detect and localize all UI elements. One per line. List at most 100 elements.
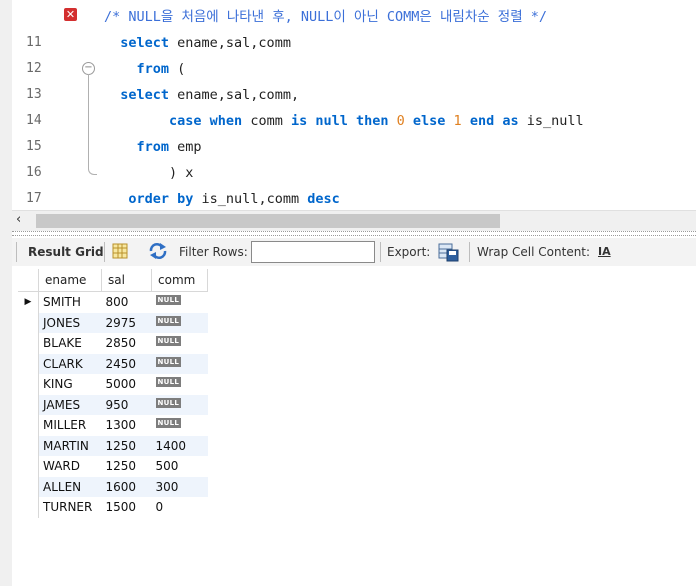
table-row[interactable]: JAMES 950 NULL — [18, 394, 208, 415]
table-row[interactable]: MILLER 1300 NULL — [18, 415, 208, 436]
table-row[interactable]: KING 5000 NULL — [18, 374, 208, 395]
code-token: ename,sal,comm, — [177, 87, 300, 103]
code-line-14[interactable]: 14 select ename,sal,comm, — [12, 82, 696, 128]
table-cell[interactable]: 800 — [102, 292, 152, 313]
refresh-icon[interactable] — [148, 242, 168, 260]
row-selector[interactable] — [18, 394, 39, 415]
table-cell[interactable]: 1250 — [102, 456, 152, 477]
error-marker-icon[interactable]: ✕ — [64, 8, 77, 21]
table-row[interactable]: CLARK 2450 NULL — [18, 353, 208, 374]
table-cell[interactable]: SMITH — [39, 292, 102, 313]
row-selector[interactable] — [18, 497, 39, 518]
code-token: emp — [177, 139, 202, 155]
code-line-17[interactable]: 17 ) x — [12, 160, 696, 206]
table-cell[interactable]: KING — [39, 374, 102, 395]
code-line-11[interactable]: 11 ✕ /* NULL을 처음에 나타낸 후, NULL이 아닌 COMM은 … — [12, 4, 696, 50]
table-cell[interactable]: NULL — [151, 394, 208, 415]
table-cell[interactable]: NULL — [151, 353, 208, 374]
row-selector[interactable] — [18, 435, 39, 456]
table-cell[interactable]: 1600 — [101, 476, 152, 497]
table-cell[interactable]: 1500 — [102, 497, 152, 518]
code-token: is null then — [290, 113, 397, 129]
table-cell[interactable]: 2975 — [101, 312, 152, 333]
row-selector[interactable] — [18, 333, 39, 354]
sql-editor[interactable]: 11 ✕ /* NULL을 처음에 나타낸 후, NULL이 아닌 COMM은 … — [12, 0, 696, 210]
table-cell[interactable]: 5000 — [102, 374, 152, 395]
toolbar-divider — [380, 242, 381, 262]
code-token: comm — [250, 113, 291, 129]
export-label: Export: — [387, 245, 431, 259]
code-token: else — [404, 113, 454, 129]
current-row-arrow-icon[interactable]: ▶ — [18, 291, 39, 313]
table-row[interactable]: JONES 2975 NULL — [18, 312, 208, 333]
scrollbar-thumb[interactable] — [36, 214, 500, 228]
result-grid-tab[interactable]: Result Grid — [28, 245, 104, 259]
grid-view-icon[interactable] — [112, 243, 128, 259]
table-cell[interactable]: 1250 — [101, 435, 152, 456]
toolbar-divider — [469, 242, 470, 262]
result-table: ename sal comm ▶ SMITH 800 NULL JONES 2975 NUL… — [18, 269, 208, 518]
table-row[interactable]: BLAKE 2850 NULL — [18, 333, 208, 354]
filter-rows-label: Filter Rows: — [179, 245, 248, 259]
code-text: from ( — [104, 56, 186, 82]
table-cell[interactable]: BLAKE — [39, 333, 102, 354]
filter-rows-input[interactable] — [251, 241, 375, 263]
code-token: is_null — [526, 113, 584, 129]
table-cell[interactable]: WARD — [39, 456, 102, 477]
code-line-15[interactable]: 15 case when comm is null then 0 else 1 … — [12, 108, 696, 154]
table-cell[interactable]: NULL — [152, 415, 208, 436]
table-cell[interactable]: 950 — [101, 394, 152, 415]
code-line-12[interactable]: 12 select ename,sal,comm — [12, 30, 696, 76]
row-selector[interactable] — [18, 476, 39, 497]
table-cell[interactable]: NULL — [152, 333, 208, 354]
table-cell[interactable]: MARTIN — [38, 435, 102, 456]
null-badge: NULL — [155, 336, 182, 347]
code-token: ename,sal,comm — [177, 35, 291, 51]
table-cell[interactable]: NULL — [152, 292, 208, 313]
table-cell[interactable]: 2850 — [102, 333, 152, 354]
table-cell[interactable]: NULL — [152, 374, 208, 395]
table-row[interactable]: MARTIN 1250 1400 — [18, 435, 208, 456]
table-cell[interactable]: 300 — [151, 476, 208, 497]
null-badge: NULL — [155, 356, 182, 367]
editor-horizontal-scrollbar[interactable]: ‹ — [12, 210, 696, 231]
table-row[interactable]: ALLEN 1600 300 — [18, 476, 208, 497]
table-cell[interactable]: JONES — [38, 312, 102, 333]
toolbar-divider — [104, 242, 105, 262]
code-token: from — [104, 61, 178, 77]
table-cell[interactable]: 2450 — [101, 353, 152, 374]
row-selector[interactable] — [18, 312, 39, 333]
code-token: 1 — [453, 113, 462, 129]
table-cell[interactable]: 1300 — [102, 415, 152, 436]
row-selector[interactable] — [18, 374, 39, 395]
row-selector[interactable] — [18, 353, 39, 374]
row-selector[interactable] — [18, 456, 39, 477]
scroll-left-icon[interactable]: ‹ — [16, 212, 21, 227]
result-toolbar: Result Grid Filter Rows: Export: Wrap Ce… — [12, 238, 696, 266]
code-line-16[interactable]: 16 from emp — [12, 134, 696, 180]
column-header[interactable]: comm — [151, 269, 208, 292]
table-cell[interactable]: MILLER — [39, 415, 102, 436]
code-text: select ename,sal,comm, — [104, 82, 299, 108]
table-row[interactable]: ▶ SMITH 800 NULL — [18, 291, 208, 313]
table-cell[interactable]: 0 — [152, 497, 208, 518]
code-line-13[interactable]: 13 − from ( — [12, 56, 696, 102]
code-line-18[interactable]: 18 order by is_null,comm desc — [12, 186, 696, 210]
table-cell[interactable]: 1400 — [151, 435, 208, 456]
table-cell[interactable]: NULL — [151, 312, 208, 333]
table-cell[interactable]: CLARK — [38, 353, 102, 374]
table-cell[interactable]: 500 — [152, 456, 208, 477]
column-header[interactable]: sal — [101, 269, 152, 292]
table-row[interactable]: TURNER 1500 0 — [18, 497, 208, 518]
table-cell[interactable]: JAMES — [38, 394, 102, 415]
table-row[interactable]: WARD 1250 500 — [18, 456, 208, 477]
wrap-text-icon[interactable]: IA — [598, 245, 611, 258]
fold-end-marker — [88, 166, 97, 175]
export-icon[interactable] — [438, 242, 460, 262]
code-token: ) x — [104, 165, 194, 181]
panel-splitter[interactable] — [12, 231, 696, 236]
table-cell[interactable]: TURNER — [39, 497, 102, 518]
column-header[interactable]: ename — [38, 269, 102, 292]
row-selector[interactable] — [18, 415, 39, 436]
table-cell[interactable]: ALLEN — [38, 476, 102, 497]
